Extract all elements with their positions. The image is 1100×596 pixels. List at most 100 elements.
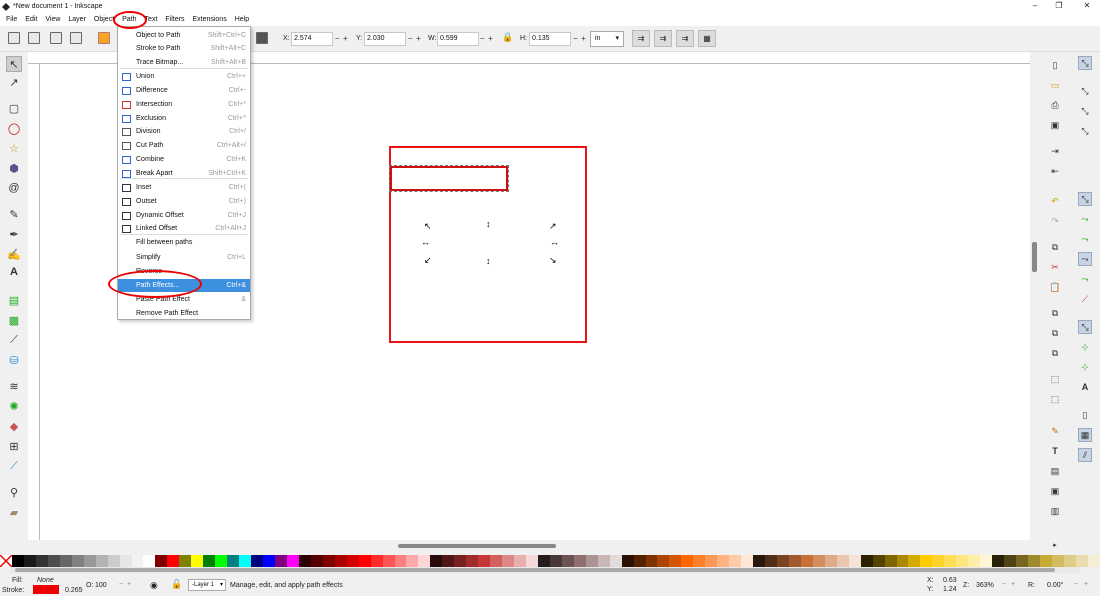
fill-value[interactable]: None	[37, 577, 54, 584]
palette-swatch[interactable]	[406, 555, 419, 567]
clone-icon[interactable]: ⧉	[1048, 326, 1062, 340]
new-document-icon[interactable]: ▯	[1048, 58, 1062, 72]
horizontal-scrollbar[interactable]	[40, 540, 1030, 550]
w-field[interactable]: 0.599	[437, 32, 479, 46]
snap-center-icon[interactable]: ⊹	[1078, 340, 1092, 354]
palette-swatch[interactable]	[729, 555, 742, 567]
gradient-tool-icon[interactable]: ▤	[6, 292, 22, 308]
palette-swatch[interactable]	[1051, 555, 1064, 567]
palette-swatch[interactable]	[143, 555, 156, 567]
palette-swatch[interactable]	[1063, 555, 1076, 567]
calligraphy-tool-icon[interactable]: ✍	[6, 246, 22, 262]
palette-swatch[interactable]	[227, 555, 240, 567]
palette-swatch[interactable]	[298, 555, 311, 567]
vertical-scroll-thumb[interactable]	[1032, 242, 1037, 272]
vertical-scrollbar[interactable]	[1030, 52, 1040, 548]
palette-swatch[interactable]	[920, 555, 933, 567]
palette-swatch[interactable]	[788, 555, 801, 567]
stroke-color-swatch[interactable]	[33, 585, 59, 594]
palette-swatch[interactable]	[71, 555, 84, 567]
palette-swatch[interactable]	[621, 555, 634, 567]
palette-swatch[interactable]	[215, 555, 228, 567]
palette-swatch[interactable]	[609, 555, 622, 567]
palette-swatch[interactable]	[179, 555, 192, 567]
duplicate-icon[interactable]: ⧉	[1048, 306, 1062, 320]
align-icon[interactable]	[256, 32, 268, 44]
save-icon[interactable]: ⎙	[1048, 98, 1062, 112]
palette-swatch[interactable]	[537, 555, 550, 567]
w-decrement-button[interactable]: −	[480, 33, 485, 45]
palette-swatch[interactable]	[669, 555, 682, 567]
palette-swatch[interactable]	[992, 555, 1005, 567]
palette-scrollbar[interactable]	[10, 567, 1080, 573]
snap-rotation-center-icon[interactable]: ⊹	[1078, 360, 1092, 374]
path-menu-item-exclusion[interactable]: Exclusion Ctrl+^	[118, 112, 250, 125]
paint-bucket-tool-icon[interactable]: ⛁	[6, 352, 22, 368]
palette-swatch[interactable]	[705, 555, 718, 567]
rectangle-tool-icon[interactable]: ▢	[6, 100, 22, 116]
palette-swatch[interactable]	[860, 555, 873, 567]
path-menu-item-remove-path-effect[interactable]: Remove Path Effect	[118, 307, 250, 320]
select-all-layers-icon[interactable]	[28, 32, 40, 44]
menu-edit[interactable]: Edit	[21, 13, 41, 26]
spray-tool-icon[interactable]: ✺	[6, 398, 22, 414]
path-menu-item-inset[interactable]: Inset Ctrl+(	[118, 181, 250, 194]
palette-swatch[interactable]	[561, 555, 574, 567]
y-increment-button[interactable]: +	[416, 33, 421, 45]
ellipse-tool-icon[interactable]: ◯	[6, 120, 22, 136]
resize-handle-s[interactable]: ↕	[486, 257, 491, 266]
pencil-tool-icon[interactable]: ✎	[6, 206, 22, 222]
palette-swatch[interactable]	[12, 555, 24, 567]
palette-swatch[interactable]	[908, 555, 921, 567]
palette-swatch[interactable]	[203, 555, 216, 567]
snap-text-baseline-icon[interactable]: A	[1078, 380, 1092, 394]
export-icon[interactable]: ⇤	[1048, 164, 1062, 178]
group-icon[interactable]: ⬚	[1048, 372, 1062, 386]
spiral-tool-icon[interactable]: @	[6, 180, 22, 196]
snap-cusp-icon[interactable]: ⤳	[1078, 252, 1092, 266]
snap-bbox-icon[interactable]: ⤡	[1078, 84, 1092, 98]
palette-swatch[interactable]	[896, 555, 909, 567]
move-patterns-toggle[interactable]: ▦	[698, 30, 716, 47]
path-menu-item-dynamic-offset[interactable]: Dynamic Offset Ctrl+J	[118, 209, 250, 222]
palette-swatch[interactable]	[645, 555, 658, 567]
palette-swatch[interactable]	[35, 555, 48, 567]
w-increment-button[interactable]: +	[488, 33, 493, 45]
align-distribute-icon[interactable]: ▥	[1048, 504, 1062, 518]
lock-icon[interactable]: 🔒	[502, 32, 514, 44]
x-increment-button[interactable]: +	[343, 33, 348, 45]
palette-swatch[interactable]	[346, 555, 359, 567]
snap-guides-icon[interactable]: ⫽	[1078, 448, 1092, 462]
palette-swatch[interactable]	[884, 555, 897, 567]
palette-swatch[interactable]	[394, 555, 407, 567]
palette-swatch[interactable]	[454, 555, 467, 567]
dropper-tool-icon[interactable]: ⟋	[6, 332, 22, 348]
menu-file[interactable]: File	[2, 13, 21, 26]
palette-swatch[interactable]	[286, 555, 299, 567]
path-menu-item-fill-between-paths[interactable]: Fill between paths	[118, 236, 250, 249]
palette-swatch[interactable]	[502, 555, 515, 567]
snap-smooth-icon[interactable]: ⤳	[1078, 272, 1092, 286]
text-font-icon[interactable]: T	[1048, 444, 1062, 458]
star-tool-icon[interactable]: ☆	[6, 140, 22, 156]
palette-swatch[interactable]	[358, 555, 371, 567]
opacity-increment-button[interactable]: +	[127, 581, 131, 588]
import-icon[interactable]: ⇥	[1048, 144, 1062, 158]
palette-swatch[interactable]	[968, 555, 981, 567]
stroke-width-value[interactable]: 0.265	[65, 587, 83, 594]
3d-box-tool-icon[interactable]: ⬢	[6, 160, 22, 176]
resize-handle-nw[interactable]: ↖	[424, 222, 432, 231]
units-select[interactable]: in ▾	[590, 31, 624, 47]
palette-swatch[interactable]	[239, 555, 252, 567]
path-menu-item-outset[interactable]: Outset Ctrl+)	[118, 195, 250, 208]
palette-swatch[interactable]	[717, 555, 730, 567]
snap-bbox-corner-icon[interactable]: ⤡	[1078, 124, 1092, 138]
unlink-clone-icon[interactable]: ⧉	[1048, 346, 1062, 360]
selector-tool-icon[interactable]: ↖	[6, 56, 22, 72]
ruler-tool-icon[interactable]: ▰	[6, 504, 22, 520]
palette-swatch[interactable]	[442, 555, 455, 567]
resize-handle-w[interactable]: ↔	[421, 238, 430, 247]
x-decrement-button[interactable]: −	[335, 33, 340, 45]
palette-swatch[interactable]	[370, 555, 383, 567]
palette-swatch[interactable]	[131, 555, 144, 567]
